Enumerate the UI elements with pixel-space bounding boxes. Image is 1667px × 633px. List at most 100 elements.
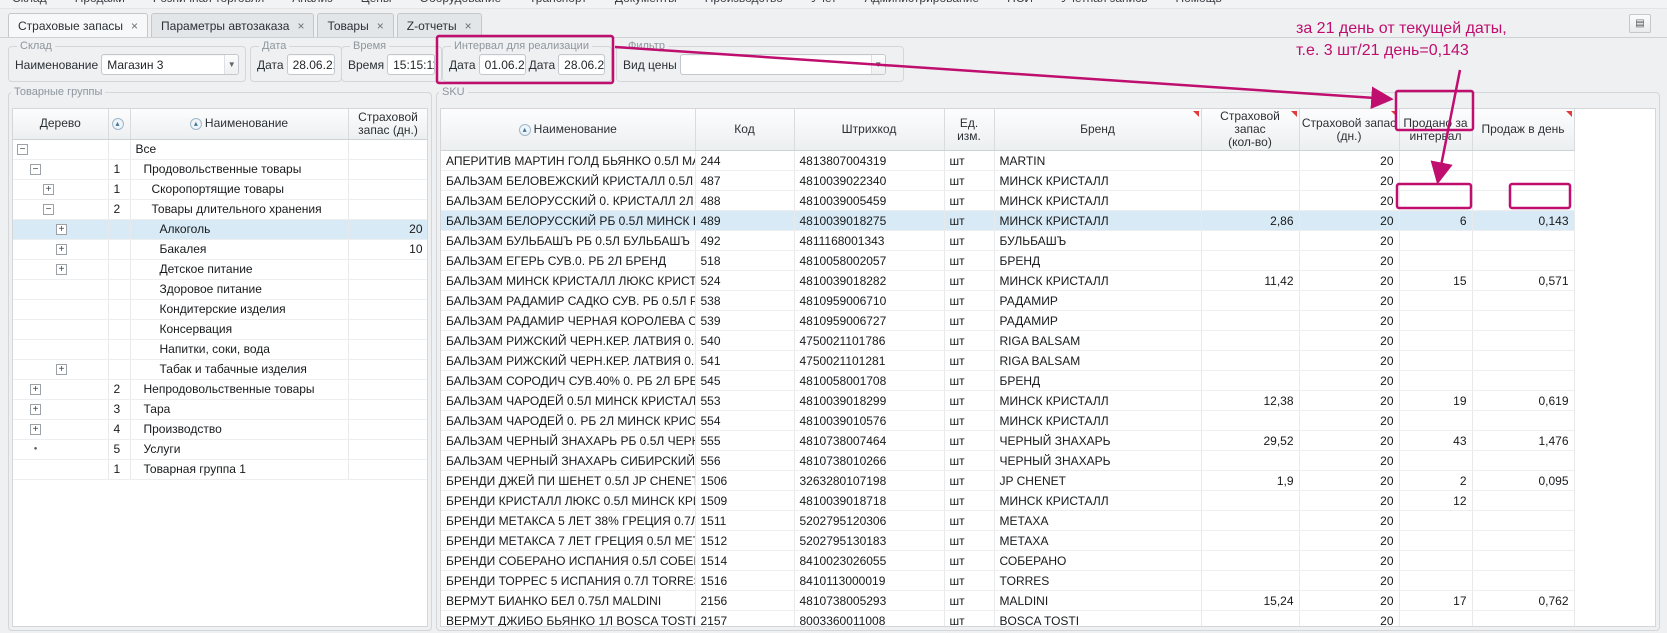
group-row[interactable]: +Детское питание (13, 259, 428, 279)
sku-row[interactable]: АПЕРИТИВ МАРТИН ГОЛД БЬЯНКО 0.5Л MARTIN2… (441, 151, 1574, 171)
expand-icon[interactable]: + (30, 424, 41, 435)
column-header[interactable]: Продано за интервал (1399, 109, 1472, 151)
tab-item[interactable]: Товары× (317, 13, 393, 37)
group-row[interactable]: Кондитерские изделия (13, 299, 428, 319)
sku-row[interactable]: БРЕНДИ МЕТАКСА 7 ЛЕТ ГРЕЦИЯ 0.5Л МЕТАХА1… (441, 531, 1574, 551)
expand-icon[interactable]: + (56, 244, 67, 255)
group-row[interactable]: −Все (13, 139, 428, 159)
sku-row[interactable]: БРЕНДИ ТОРРЕС 5 ИСПАНИЯ 0.7Л TORRES15168… (441, 571, 1574, 591)
sku-row[interactable]: БАЛЬЗАМ СОРОДИЧ СУВ.40% 0. РБ 2Л БРЕНД54… (441, 371, 1574, 391)
collapse-icon[interactable]: − (17, 144, 28, 155)
sku-row[interactable]: БРЕНДИ СОБЕРАНО ИСПАНИЯ 0.5Л СОБЕРАНО151… (441, 551, 1574, 571)
group-row[interactable]: Консервация (13, 319, 428, 339)
group-row[interactable]: 1Товарная группа 1 (13, 459, 428, 479)
group-row[interactable]: +2Непродовольственные товары (13, 379, 428, 399)
group-row[interactable]: +3Тара (13, 399, 428, 419)
expand-icon[interactable]: + (56, 264, 67, 275)
interval-from-input[interactable]: 01.06.21 (479, 54, 526, 75)
column-header[interactable]: Страховой запас (кол-во) (1201, 109, 1299, 151)
menu-item[interactable]: Производство (705, 0, 783, 8)
tab-close-icon[interactable]: × (297, 19, 304, 33)
cell-sales_per_day (1472, 151, 1574, 171)
column-header[interactable]: Ед. изм. (944, 109, 994, 151)
menu-item[interactable]: Продажи (75, 0, 125, 8)
price-type-input[interactable]: ▼ (680, 54, 886, 75)
column-header[interactable]: ▴Наименование (130, 109, 348, 139)
column-header[interactable]: Продаж в день (1472, 109, 1574, 151)
tab-active[interactable]: Страховые запасы× (8, 13, 148, 37)
group-row[interactable]: +Бакалея10 (13, 239, 428, 259)
sku-row[interactable]: БАЛЬЗАМ ЧАРОДЕЙ 0.5Л МИНСК КРИСТАЛЛ55348… (441, 391, 1574, 411)
expand-icon[interactable]: + (30, 404, 41, 415)
column-header[interactable]: Страховой запас (дн.) (1299, 109, 1399, 151)
tab-close-icon[interactable]: × (465, 19, 472, 33)
tab-item[interactable]: Параметры автозаказа× (151, 13, 314, 37)
sku-row[interactable]: БАЛЬЗАМ ЕГЕРЬ СУВ.0. РБ 2Л БРЕНД51848100… (441, 251, 1574, 271)
sku-row[interactable]: ВЕРМУТ ДЖИБО БЬЯНКО 1Л BOSCA TOSTI215780… (441, 611, 1574, 628)
column-header[interactable]: Дерево (13, 109, 108, 139)
group-row[interactable]: +4Производство (13, 419, 428, 439)
column-header[interactable]: Страховой запас (дн.) (348, 109, 428, 139)
tab-close-icon[interactable]: × (377, 19, 384, 33)
group-row[interactable]: −1Продовольственные товары (13, 159, 428, 179)
time-input[interactable]: 15:15:11 (387, 54, 435, 75)
date-input[interactable]: 28.06.21 (287, 54, 335, 75)
sku-row[interactable]: БРЕНДИ МЕТАКСА 5 ЛЕТ 38% ГРЕЦИЯ 0.7Л МЕТ… (441, 511, 1574, 531)
sku-row[interactable]: БАЛЬЗАМ ЧЕРНЫЙ ЗНАХАРЬ РБ 0.5Л ЧЕРНЫЙ ЗН… (441, 431, 1574, 451)
group-row[interactable]: ●5Услуги (13, 439, 428, 459)
group-row[interactable]: Здоровое питание (13, 279, 428, 299)
sku-row[interactable]: БРЕНДИ КРИСТАЛЛ ЛЮКС 0.5Л МИНСК КРИСТАЛЛ… (441, 491, 1574, 511)
column-header[interactable]: Штрихкод (794, 109, 944, 151)
sku-row[interactable]: БАЛЬЗАМ БЕЛОРУССКИЙ РБ 0.5Л МИНСК КРИСТА… (441, 211, 1574, 231)
sku-row[interactable]: БАЛЬЗАМ РАДАМИР САДКО СУВ. РБ 0.5Л РАДАМ… (441, 291, 1574, 311)
interval-to-input[interactable]: 28.06.21 (558, 54, 605, 75)
sku-row[interactable]: ВЕРМУТ БИАНКО БЕЛ 0.75Л MALDINI215648107… (441, 591, 1574, 611)
sku-row[interactable]: БАЛЬЗАМ МИНСК КРИСТАЛЛ ЛЮКС КРИСТАЛ 0.5Л… (441, 271, 1574, 291)
column-header[interactable]: ▴Наименование (441, 109, 695, 151)
menu-item[interactable]: Склад (12, 0, 47, 8)
group-row[interactable]: +1Скоропортящие товары (13, 179, 428, 199)
cell-safety_stock_days: 20 (1299, 231, 1399, 251)
expand-icon[interactable]: + (43, 184, 54, 195)
group-row[interactable]: +Табак и табачные изделия (13, 359, 428, 379)
column-header[interactable]: ▴ (108, 109, 130, 139)
group-row[interactable]: Напитки, соки, вода (13, 339, 428, 359)
sku-row[interactable]: БАЛЬЗАМ РИЖСКИЙ ЧЕРН.КЕР. ЛАТВИЯ 0.35Л R… (441, 331, 1574, 351)
menu-item[interactable]: Розничная торговля (153, 0, 264, 8)
tab-list-button[interactable]: ▤ (1629, 14, 1651, 33)
sku-row[interactable]: БАЛЬЗАМ БЕЛОРУССКИЙ 0. КРИСТАЛЛ 2Л МИНСК… (441, 191, 1574, 211)
tab-item[interactable]: Z-отчеты× (397, 13, 482, 37)
cell-tree: ● (13, 439, 108, 459)
expand-icon[interactable]: + (56, 224, 67, 235)
menu-item[interactable]: Учетная запись (1061, 0, 1147, 8)
menu-item[interactable]: НСИ (1007, 0, 1033, 8)
menu-item[interactable]: Цены (361, 0, 392, 8)
sku-row[interactable]: БАЛЬЗАМ БЕЛОВЕЖСКИЙ КРИСТАЛЛ 0.5Л МИНСК … (441, 171, 1574, 191)
tab-close-icon[interactable]: × (131, 19, 138, 33)
sku-row[interactable]: БАЛЬЗАМ БУЛЬБАШЪ РБ 0.5Л БУЛЬБАШЪ4924811… (441, 231, 1574, 251)
expand-icon[interactable]: + (30, 384, 41, 395)
column-header[interactable]: Бренд (994, 109, 1201, 151)
dropdown-arrow-icon[interactable]: ▼ (871, 55, 885, 74)
annotation-line-2: т.е. 3 шт/21 день=0,143 (1296, 40, 1507, 62)
sku-row[interactable]: БАЛЬЗАМ РИЖСКИЙ ЧЕРН.КЕР. ЛАТВИЯ 0.5Л RI… (441, 351, 1574, 371)
expand-icon[interactable]: + (56, 364, 67, 375)
dropdown-arrow-icon[interactable]: ▼ (224, 55, 238, 74)
group-row[interactable]: −2Товары длительного хранения (13, 199, 428, 219)
menu-item[interactable]: Помощь (1175, 0, 1221, 8)
menu-item[interactable]: Анализ (292, 0, 333, 8)
sku-row[interactable]: БАЛЬЗАМ ЧАРОДЕЙ 0. РБ 2Л МИНСК КРИСТАЛЛ5… (441, 411, 1574, 431)
warehouse-name-input[interactable]: Магазин 3 ▼ (101, 54, 239, 75)
menu-item[interactable]: Администрирование (865, 0, 979, 8)
sku-row[interactable]: БАЛЬЗАМ РАДАМИР ЧЕРНАЯ КОРОЛЕВА СУВ 0.5Л… (441, 311, 1574, 331)
sku-row[interactable]: БРЕНДИ ДЖЕЙ ПИ ШЕНЕТ 0.5Л JP CHENET15063… (441, 471, 1574, 491)
menu-item[interactable]: Учет (811, 0, 837, 8)
sku-row[interactable]: БАЛЬЗАМ ЧЕРНЫЙ ЗНАХАРЬ СИБИРСКИЙ 0.5Л ЧЕ… (441, 451, 1574, 471)
menu-item[interactable]: Оборудование (420, 0, 502, 8)
menu-item[interactable]: Транспорт (529, 0, 587, 8)
column-header[interactable]: Код (695, 109, 794, 151)
collapse-icon[interactable]: − (43, 204, 54, 215)
group-row[interactable]: +Алкоголь20 (13, 219, 428, 239)
menu-item[interactable]: Документы (615, 0, 677, 8)
collapse-icon[interactable]: − (30, 164, 41, 175)
